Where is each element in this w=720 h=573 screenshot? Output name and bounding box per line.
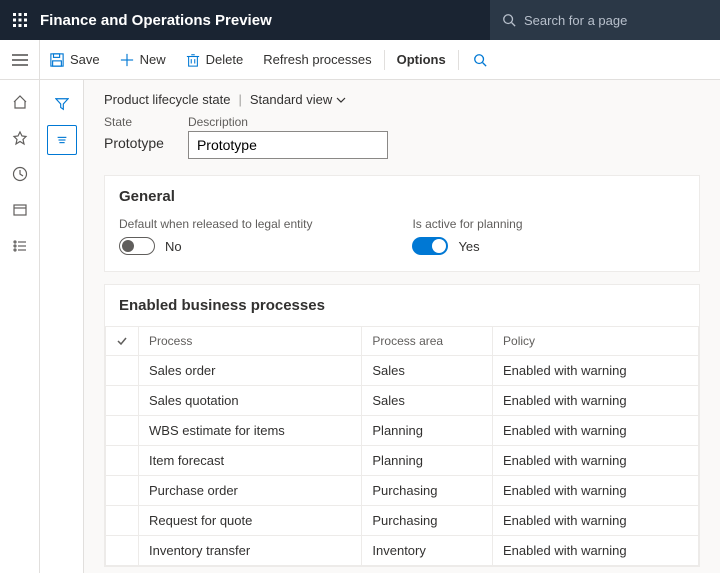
section-title: Enabled business processes bbox=[105, 285, 699, 326]
cell-process: Purchase order bbox=[139, 476, 362, 506]
app-title: Finance and Operations Preview bbox=[40, 12, 292, 29]
nav-workspaces-icon[interactable] bbox=[4, 194, 36, 226]
cell-process: Request for quote bbox=[139, 506, 362, 536]
row-select[interactable] bbox=[106, 506, 139, 536]
default-field: Default when released to legal entity No bbox=[119, 217, 312, 255]
state-field: State Prototype bbox=[104, 115, 164, 159]
cell-area: Sales bbox=[362, 356, 493, 386]
search-placeholder: Search for a page bbox=[524, 13, 627, 28]
row-select[interactable] bbox=[106, 356, 139, 386]
delete-button[interactable]: Delete bbox=[176, 40, 254, 80]
filter-icon[interactable] bbox=[47, 89, 77, 119]
list-view-icon[interactable] bbox=[47, 125, 77, 155]
nav-home-icon[interactable] bbox=[4, 86, 36, 118]
cell-policy: Enabled with warning bbox=[493, 536, 699, 566]
row-select[interactable] bbox=[106, 386, 139, 416]
save-button[interactable]: Save bbox=[40, 40, 110, 80]
cell-area: Planning bbox=[362, 416, 493, 446]
cell-policy: Enabled with warning bbox=[493, 356, 699, 386]
table-row[interactable]: Sales quotationSalesEnabled with warning bbox=[106, 386, 699, 416]
cell-process: Inventory transfer bbox=[139, 536, 362, 566]
cell-process: WBS estimate for items bbox=[139, 416, 362, 446]
search-box[interactable]: Search for a page bbox=[490, 0, 720, 40]
row-select[interactable] bbox=[106, 446, 139, 476]
check-icon bbox=[116, 335, 128, 347]
cell-policy: Enabled with warning bbox=[493, 446, 699, 476]
header-fields: State Prototype Description bbox=[104, 115, 700, 159]
list-pane bbox=[40, 80, 84, 573]
cell-area: Purchasing bbox=[362, 506, 493, 536]
cell-area: Sales bbox=[362, 386, 493, 416]
breadcrumb: Product lifecycle state | Standard view bbox=[104, 92, 700, 107]
view-selector[interactable]: Standard view bbox=[250, 92, 346, 107]
chevron-down-icon bbox=[336, 95, 346, 105]
content-area: Product lifecycle state | Standard view … bbox=[84, 80, 720, 573]
table-row[interactable]: Inventory transferInventoryEnabled with … bbox=[106, 536, 699, 566]
row-select[interactable] bbox=[106, 536, 139, 566]
row-select[interactable] bbox=[106, 416, 139, 446]
new-button[interactable]: New bbox=[110, 40, 176, 80]
separator bbox=[384, 50, 385, 70]
cell-policy: Enabled with warning bbox=[493, 416, 699, 446]
processes-table: Process Process area Policy Sales orderS… bbox=[105, 326, 699, 566]
cell-process: Sales quotation bbox=[139, 386, 362, 416]
table-row[interactable]: Item forecastPlanningEnabled with warnin… bbox=[106, 446, 699, 476]
page-title: Product lifecycle state bbox=[104, 92, 230, 107]
refresh-button[interactable]: Refresh processes bbox=[253, 40, 381, 80]
search-icon bbox=[473, 53, 487, 67]
active-field: Is active for planning Yes bbox=[412, 217, 522, 255]
default-toggle[interactable] bbox=[119, 237, 155, 255]
search-icon bbox=[502, 13, 516, 27]
cell-process: Sales order bbox=[139, 356, 362, 386]
table-row[interactable]: Request for quotePurchasingEnabled with … bbox=[106, 506, 699, 536]
section-title: General bbox=[105, 176, 699, 217]
save-icon bbox=[50, 53, 64, 67]
cell-area: Purchasing bbox=[362, 476, 493, 506]
description-field: Description bbox=[188, 115, 388, 159]
select-all-column[interactable] bbox=[106, 327, 139, 356]
table-row[interactable]: Sales orderSalesEnabled with warning bbox=[106, 356, 699, 386]
nav-favorites-icon[interactable] bbox=[4, 122, 36, 154]
find-button[interactable] bbox=[461, 40, 505, 80]
plus-icon bbox=[120, 53, 134, 67]
cell-policy: Enabled with warning bbox=[493, 506, 699, 536]
nav-rail bbox=[0, 80, 40, 573]
app-header: Finance and Operations Preview Search fo… bbox=[0, 0, 720, 40]
row-select[interactable] bbox=[106, 476, 139, 506]
col-process[interactable]: Process bbox=[139, 327, 362, 356]
table-row[interactable]: WBS estimate for itemsPlanningEnabled wi… bbox=[106, 416, 699, 446]
description-input[interactable] bbox=[188, 131, 388, 159]
table-row[interactable]: Purchase orderPurchasingEnabled with war… bbox=[106, 476, 699, 506]
cell-process: Item forecast bbox=[139, 446, 362, 476]
cell-area: Planning bbox=[362, 446, 493, 476]
options-button[interactable]: Options bbox=[387, 40, 456, 80]
separator bbox=[458, 50, 459, 70]
command-bar: Save New Delete Refresh processes Option… bbox=[0, 40, 720, 80]
nav-modules-icon[interactable] bbox=[4, 230, 36, 262]
general-section: General Default when released to legal e… bbox=[104, 175, 700, 272]
processes-section: Enabled business processes Process Proce… bbox=[104, 284, 700, 567]
trash-icon bbox=[186, 53, 200, 67]
cell-area: Inventory bbox=[362, 536, 493, 566]
nav-recent-icon[interactable] bbox=[4, 158, 36, 190]
state-value: Prototype bbox=[104, 131, 164, 155]
col-policy[interactable]: Policy bbox=[493, 327, 699, 356]
menu-toggle-icon[interactable] bbox=[0, 40, 40, 80]
col-area[interactable]: Process area bbox=[362, 327, 493, 356]
cell-policy: Enabled with warning bbox=[493, 386, 699, 416]
active-toggle[interactable] bbox=[412, 237, 448, 255]
cell-policy: Enabled with warning bbox=[493, 476, 699, 506]
app-launcher-icon[interactable] bbox=[0, 0, 40, 40]
